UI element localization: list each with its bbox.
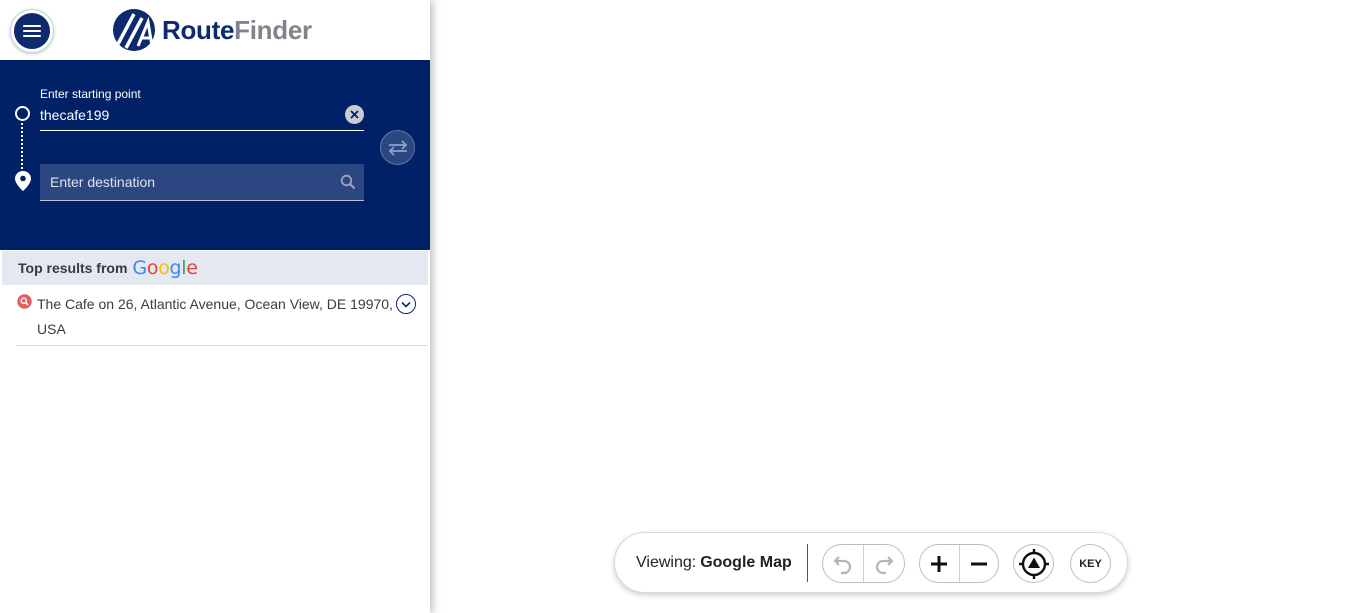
map-canvas[interactable]: [430, 0, 1366, 613]
routefinder-logo[interactable]: RouteFinder: [112, 8, 312, 52]
toolbar-divider: [807, 544, 808, 582]
map-key-label: KEY: [1079, 557, 1102, 570]
search-result-text: The Cafe on 26, Atlantic Avenue, Ocean V…: [37, 296, 393, 337]
swap-arrows-icon: [388, 139, 407, 156]
destination-field: [40, 164, 364, 201]
chevron-down-icon: [401, 301, 411, 308]
history-controls: [822, 544, 905, 583]
logo-mark-icon: [113, 9, 155, 51]
sidebar: RouteFinder Enter starting point thecafe…: [0, 0, 430, 613]
logo-text: RouteFinder: [162, 15, 312, 46]
viewing-label: Viewing:: [636, 554, 697, 571]
locate-me-button[interactable]: [1013, 544, 1054, 583]
google-logo: Google: [132, 257, 198, 279]
logo-text-finder: Finder: [234, 14, 312, 45]
viewing-map-name[interactable]: Google Map: [700, 554, 792, 571]
zoom-controls: [919, 544, 999, 583]
search-icon[interactable]: [340, 174, 356, 190]
undo-button[interactable]: [823, 545, 863, 582]
start-point-field: [40, 102, 364, 131]
start-point-input[interactable]: [40, 102, 336, 128]
close-icon: [350, 110, 359, 119]
redo-button[interactable]: [863, 545, 903, 582]
map-toolbar: Viewing: Google Map KEY: [614, 532, 1128, 593]
expand-result-button[interactable]: [396, 294, 416, 314]
redo-icon: [875, 555, 893, 574]
minus-icon: [970, 562, 987, 565]
destination-pin-icon: [15, 171, 31, 191]
origin-dot-icon: [15, 106, 30, 121]
undo-icon: [833, 555, 852, 574]
viewing-indicator: Viewing: Google Map: [636, 554, 792, 572]
map-key-button[interactable]: KEY: [1070, 544, 1111, 583]
hamburger-icon: [23, 25, 41, 37]
menu-button[interactable]: [11, 10, 53, 52]
search-result-item[interactable]: The Cafe on 26, Atlantic Avenue, Ocean V…: [16, 286, 428, 346]
clear-start-button[interactable]: [345, 105, 364, 124]
swap-route-button[interactable]: [380, 130, 415, 165]
plus-icon: [931, 555, 948, 572]
locate-crosshair-icon: [1018, 548, 1049, 579]
route-connector: [21, 123, 23, 169]
start-point-label: Enter starting point: [40, 87, 141, 101]
route-panel: Enter starting point: [0, 60, 430, 250]
results-title: Top results from: [18, 260, 128, 276]
zoom-out-button[interactable]: [958, 545, 998, 582]
results-header: Top results from Google: [2, 251, 428, 285]
search-result-pin-icon: [17, 294, 32, 309]
top-bar: RouteFinder: [0, 0, 430, 60]
destination-input[interactable]: [50, 164, 330, 200]
zoom-in-button[interactable]: [920, 545, 959, 582]
logo-text-route: Route: [162, 14, 235, 45]
